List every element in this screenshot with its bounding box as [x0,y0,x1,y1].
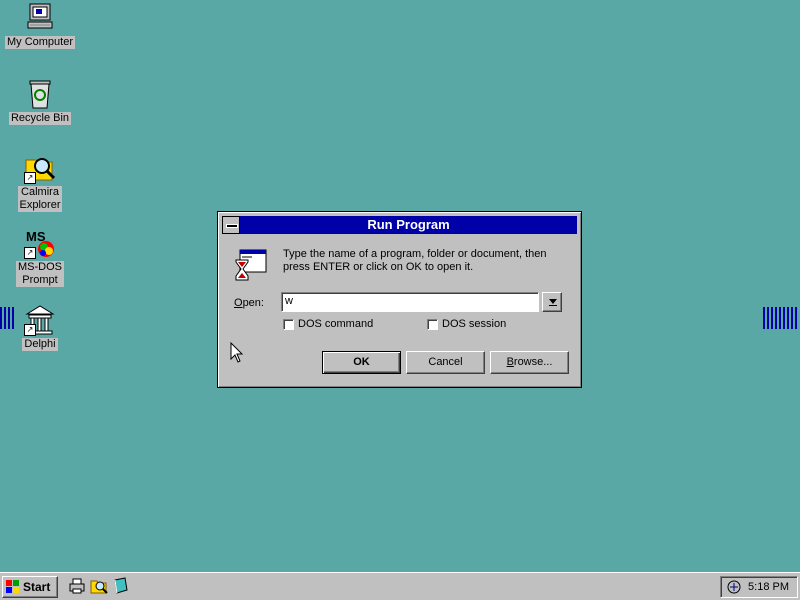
desktop-icon-msdos-prompt[interactable]: MS ↗ MS-DOS Prompt [2,227,78,287]
shortcut-arrow-icon: ↗ [24,247,36,259]
checkbox-box[interactable] [427,318,438,330]
dos-command-label: DOS command [298,318,374,330]
open-input[interactable]: w [281,292,539,312]
checkbox-box[interactable] [283,318,294,330]
dialog-titlebar[interactable]: Run Program [222,216,577,234]
desktop-icon-label: My Computer [4,36,76,49]
desktop-icon-recycle-bin[interactable]: Recycle Bin [2,78,78,125]
right-edge-bars [763,307,797,329]
computer-icon [24,2,56,34]
system-menu-button[interactable] [222,216,240,234]
cancel-button[interactable]: Cancel [406,351,485,374]
clock[interactable]: 5:18 PM [748,577,789,597]
magnifier-folder-icon[interactable] [90,577,108,595]
mouse-cursor-icon [230,341,244,367]
shortcut-arrow-icon: ↗ [24,172,36,184]
dialog-title: Run Program [367,217,450,232]
run-program-dialog: Run Program Type the name of a program, … [217,211,582,388]
desktop-icon-label: Calmira Explorer [17,186,63,212]
printer-icon[interactable] [68,577,86,595]
tray-status-icon[interactable] [726,579,742,595]
desktop-icon-label: MS-DOS Prompt [16,261,64,287]
open-label: Open: [234,297,264,309]
book-icon[interactable] [112,577,130,595]
dos-session-checkbox[interactable]: DOS session [427,318,506,330]
run-hourglass-icon [234,248,268,282]
start-button[interactable]: Start [2,576,58,598]
shortcut-arrow-icon: ↗ [24,324,36,336]
folder-search-icon: ↗ [24,152,56,184]
dialog-message: Type the name of a program, folder or do… [283,248,547,273]
desktop-icon-label: Recycle Bin [8,112,72,125]
taskbar: Start 5:18 PM [0,572,800,600]
left-edge-bars [0,307,14,329]
desktop-icon-label: Delphi [22,338,58,351]
windows-logo-icon [6,580,19,593]
dos-session-label: DOS session [442,318,507,330]
ok-button[interactable]: OK [322,351,401,374]
desktop-icon-my-computer[interactable]: My Computer [2,2,78,49]
delphi-icon: ↗ [24,304,56,336]
browse-button[interactable]: Browse... [490,351,569,374]
desktop-icon-calmira-explorer[interactable]: ↗ Calmira Explorer [2,152,78,212]
recycle-bin-icon [24,78,56,110]
dos-command-checkbox[interactable]: DOS command [283,318,373,330]
start-label: Start [23,580,51,594]
system-tray: 5:18 PM [720,576,798,598]
open-dropdown-button[interactable] [542,292,562,312]
msdos-icon: MS ↗ [24,227,56,259]
